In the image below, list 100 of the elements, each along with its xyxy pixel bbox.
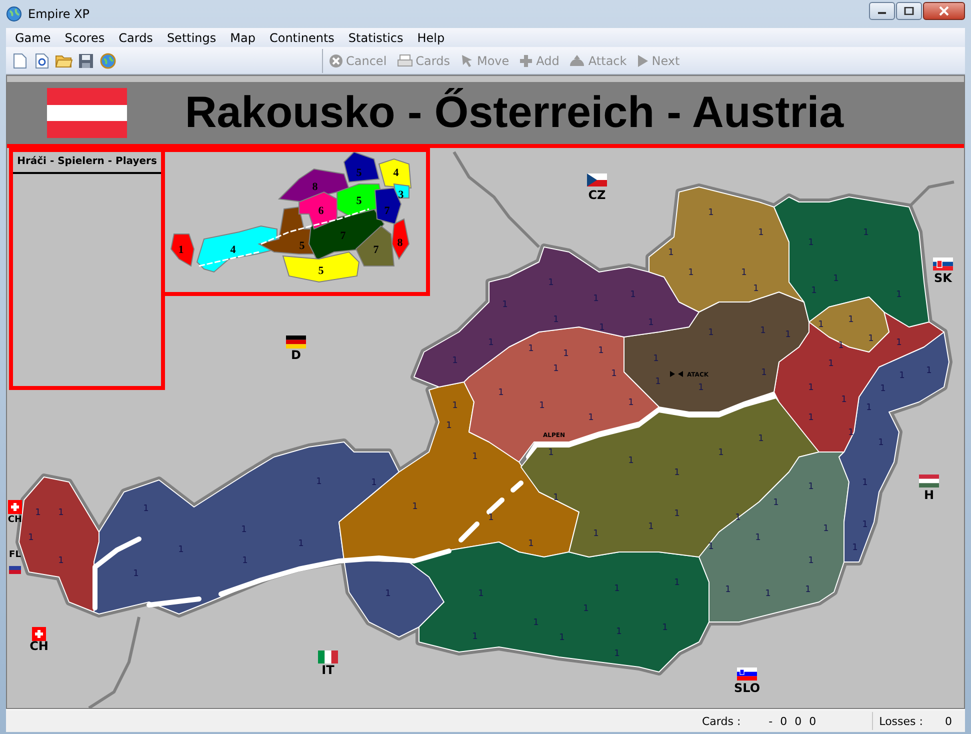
maximize-button[interactable] bbox=[896, 2, 922, 20]
army-count: 1 bbox=[28, 533, 34, 543]
army-count: 1 bbox=[760, 326, 766, 336]
dome-icon bbox=[569, 54, 586, 68]
army-count: 1 bbox=[588, 413, 594, 423]
army-count: 1 bbox=[553, 493, 559, 503]
army-count: 1 bbox=[598, 346, 604, 356]
army-count: 1 bbox=[143, 504, 149, 514]
cards-label: Cards : bbox=[702, 714, 741, 728]
army-count: 1 bbox=[735, 513, 741, 523]
army-count: 1 bbox=[785, 330, 791, 340]
map-region[interactable] bbox=[94, 442, 400, 614]
country-label: IT bbox=[322, 663, 334, 677]
map-region[interactable] bbox=[520, 398, 820, 558]
menu-item[interactable]: Game bbox=[8, 30, 58, 44]
map-region[interactable] bbox=[808, 296, 890, 352]
army-count: 1 bbox=[528, 344, 534, 354]
army-count: 1 bbox=[718, 448, 724, 458]
close-icon bbox=[939, 6, 949, 16]
map-region[interactable] bbox=[338, 382, 580, 562]
region-total: 7 bbox=[384, 205, 390, 217]
play-icon bbox=[636, 54, 649, 68]
army-count: 1 bbox=[758, 228, 764, 238]
army-count: 1 bbox=[593, 294, 599, 304]
army-count: 1 bbox=[758, 434, 764, 444]
army-count: 1 bbox=[452, 356, 458, 366]
menu-item[interactable]: Cards bbox=[112, 30, 160, 44]
army-count: 1 bbox=[548, 278, 554, 288]
army-count: 1 bbox=[808, 238, 814, 248]
region-total: 1 bbox=[178, 244, 184, 256]
flag-icon bbox=[47, 88, 127, 138]
map-region[interactable] bbox=[774, 196, 930, 328]
army-count: 1 bbox=[298, 539, 304, 549]
army-count: 1 bbox=[674, 468, 680, 478]
menu-item[interactable]: Scores bbox=[58, 30, 112, 44]
map-region[interactable] bbox=[648, 186, 804, 312]
menu-item[interactable]: Map bbox=[223, 30, 262, 44]
army-count: 1 bbox=[753, 284, 759, 294]
army-count: 1 bbox=[593, 529, 599, 539]
flag-icon bbox=[587, 174, 607, 186]
map-region[interactable] bbox=[344, 560, 444, 638]
menu-item[interactable]: Help bbox=[410, 30, 452, 44]
army-count: 1 bbox=[878, 438, 884, 448]
globe-button[interactable] bbox=[98, 50, 118, 70]
window-title: Empire XP bbox=[28, 7, 90, 21]
minimize-button[interactable] bbox=[869, 2, 895, 20]
army-count: 1 bbox=[848, 428, 854, 438]
country-label: CH bbox=[8, 515, 22, 525]
army-count: 1 bbox=[446, 421, 452, 431]
close-button[interactable] bbox=[923, 2, 965, 20]
army-count: 1 bbox=[648, 318, 654, 328]
menu-item[interactable]: Statistics bbox=[341, 30, 410, 44]
map-region[interactable] bbox=[624, 292, 810, 412]
army-count: 1 bbox=[628, 456, 634, 466]
country-label: FL bbox=[9, 550, 21, 560]
map-region[interactable] bbox=[774, 312, 944, 452]
army-count: 1 bbox=[674, 578, 680, 588]
army-count: 1 bbox=[539, 401, 545, 411]
army-count: 1 bbox=[862, 520, 868, 530]
cards-value: - 0 0 0 bbox=[768, 714, 818, 728]
army-count: 1 bbox=[614, 584, 620, 594]
army-count: 1 bbox=[472, 452, 478, 462]
army-count: 1 bbox=[488, 513, 494, 523]
flag-icon bbox=[32, 627, 46, 641]
army-count: 1 bbox=[628, 398, 634, 408]
army-count: 1 bbox=[498, 388, 504, 398]
army-count: 1 bbox=[761, 368, 767, 378]
country-label: CH bbox=[30, 639, 48, 653]
army-count: 1 bbox=[611, 369, 617, 379]
army-count: 1 bbox=[899, 371, 905, 381]
flag-icon bbox=[318, 650, 338, 664]
map-region[interactable] bbox=[838, 332, 950, 562]
country-label: SLO bbox=[734, 681, 760, 695]
army-count: 1 bbox=[133, 569, 139, 579]
region-total: 3 bbox=[398, 189, 404, 201]
flag-icon bbox=[8, 500, 22, 514]
army-count: 1 bbox=[559, 633, 565, 643]
army-count: 1 bbox=[472, 632, 478, 642]
flag-icon bbox=[286, 336, 306, 348]
menu-item[interactable]: Continents bbox=[262, 30, 342, 44]
country-label: D bbox=[291, 348, 301, 362]
army-count: 1 bbox=[614, 649, 620, 659]
map-region[interactable] bbox=[408, 542, 710, 672]
army-count: 1 bbox=[765, 589, 771, 599]
army-count: 1 bbox=[828, 359, 834, 369]
army-count: 1 bbox=[708, 208, 714, 218]
army-count: 1 bbox=[841, 395, 847, 405]
menu-item[interactable]: Settings bbox=[160, 30, 224, 44]
army-count: 1 bbox=[896, 338, 902, 348]
army-count: 1 bbox=[563, 349, 569, 359]
flag-icon bbox=[9, 566, 21, 574]
region-total: 5 bbox=[356, 195, 362, 207]
army-count: 1 bbox=[838, 341, 844, 351]
army-count: 1 bbox=[242, 556, 248, 566]
region-total: 8 bbox=[312, 181, 318, 193]
region-total: 7 bbox=[340, 230, 346, 242]
army-count: 1 bbox=[926, 366, 932, 376]
country-label: CZ bbox=[588, 188, 606, 202]
panel-title: Hráči - Spielern - Players bbox=[13, 152, 161, 174]
army-count: 1 bbox=[599, 323, 605, 333]
